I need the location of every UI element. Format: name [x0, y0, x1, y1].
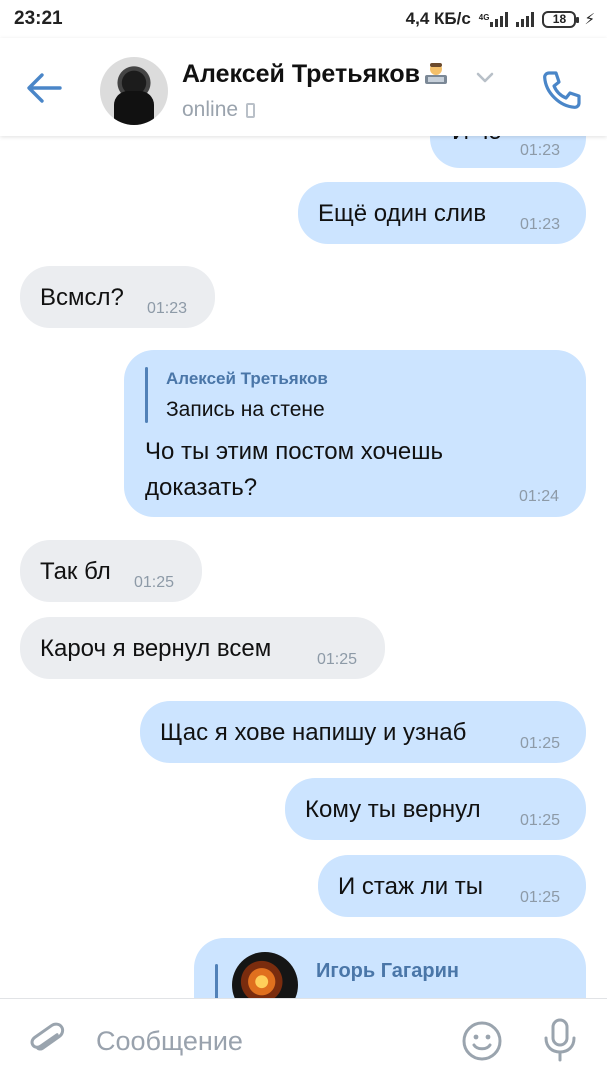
call-button[interactable] — [540, 68, 584, 112]
message-bubble-outgoing[interactable]: И стаж ли ты 01:25 — [318, 855, 586, 917]
chevron-down-icon[interactable] — [474, 68, 496, 86]
message-input[interactable] — [96, 1019, 436, 1063]
reply-author[interactable]: Игорь Гагарин — [316, 960, 459, 983]
message-bubble-outgoing-reply[interactable]: Игорь Гагарин — [194, 938, 586, 998]
signal-icon — [490, 11, 509, 27]
message-time: 01:23 — [520, 216, 561, 233]
message-time: 01:24 — [519, 488, 560, 505]
message-text: Всмсл? — [40, 284, 124, 311]
smile-icon — [462, 1021, 502, 1061]
mobile-device-icon — [246, 102, 256, 118]
message-bubble-outgoing-reply[interactable]: Алексей Третьяков Запись на стене Чо ты … — [124, 350, 586, 517]
paperclip-icon — [30, 1022, 65, 1051]
message-time: 01:25 — [520, 735, 561, 752]
phone-call-icon — [543, 71, 581, 109]
message-time: 01:23 — [147, 300, 188, 317]
chat-header: Алексей Третьяков online — [0, 38, 607, 136]
contact-avatar[interactable] — [100, 57, 168, 125]
message-composer — [0, 998, 607, 1080]
status-indicators: 4,4 КБ/с 4G 18 ⚡ — [406, 9, 595, 29]
status-bar: 23:21 4,4 КБ/с 4G 18 ⚡ — [0, 0, 607, 38]
message-text-line: Чо ты этим постом хочешь — [145, 438, 443, 465]
network-speed: 4,4 КБ/с — [405, 9, 471, 28]
message-bubble-incoming[interactable]: Всмсл? 01:23 — [20, 266, 215, 328]
message-time: 01:25 — [520, 889, 561, 906]
message-time: 01:23 — [520, 142, 561, 159]
message-bubble-incoming[interactable]: Кароч я вернул всем 01:25 — [20, 617, 385, 679]
emoji-button[interactable] — [460, 1019, 504, 1063]
message-time: 01:25 — [317, 651, 358, 668]
message-bubble-outgoing[interactable]: Кому ты вернул 01:25 — [285, 778, 586, 840]
reply-author-avatar — [232, 952, 298, 998]
message-text: Так бл — [40, 558, 111, 585]
contact-name: Алексей Третьяков — [182, 60, 421, 88]
voice-message-button[interactable] — [540, 1017, 580, 1063]
reply-quote-bar — [215, 964, 218, 998]
message-text: И чо — [452, 136, 502, 146]
battery-icon: 18 — [542, 10, 580, 28]
contact-title[interactable]: Алексей Третьяков — [182, 60, 448, 89]
message-time: 01:25 — [520, 812, 561, 829]
technologist-emoji-icon — [425, 63, 448, 84]
reply-quote-bar — [145, 367, 148, 423]
reply-author[interactable]: Алексей Третьяков — [166, 369, 328, 389]
attach-button[interactable] — [26, 1019, 68, 1061]
microphone-icon — [544, 1018, 576, 1062]
message-text: Щас я хове напишу и узнаб — [160, 719, 467, 746]
charging-icon: ⚡ — [584, 11, 595, 28]
back-arrow-icon — [27, 73, 62, 103]
message-list[interactable]: И чо 01:23 Ещё один слив 01:23 Всмсл? 01… — [0, 136, 607, 998]
message-time: 01:25 — [134, 574, 175, 591]
online-status: online — [182, 98, 239, 121]
message-bubble-outgoing[interactable]: И чо 01:23 — [430, 136, 586, 168]
network-type: 4G — [478, 13, 490, 22]
message-bubble-outgoing[interactable]: Щас я хове напишу и узнаб 01:25 — [140, 701, 586, 763]
message-text: Кому ты вернул — [305, 796, 481, 823]
signal-icon-sim2 — [516, 11, 535, 27]
message-bubble-incoming[interactable]: Так бл 01:25 — [20, 540, 202, 602]
message-text-line: доказать? — [145, 474, 258, 501]
contact-status: online — [182, 98, 256, 122]
message-text: Ещё один слив — [318, 200, 487, 227]
status-time: 23:21 — [14, 8, 63, 29]
message-text: Кароч я вернул всем — [40, 635, 272, 662]
back-button[interactable] — [24, 70, 64, 106]
message-text: И стаж ли ты — [338, 873, 484, 900]
message-bubble-outgoing[interactable]: Ещё один слив 01:23 — [298, 182, 586, 244]
battery-level: 18 — [552, 12, 567, 26]
reply-text: Запись на стене — [166, 398, 325, 421]
